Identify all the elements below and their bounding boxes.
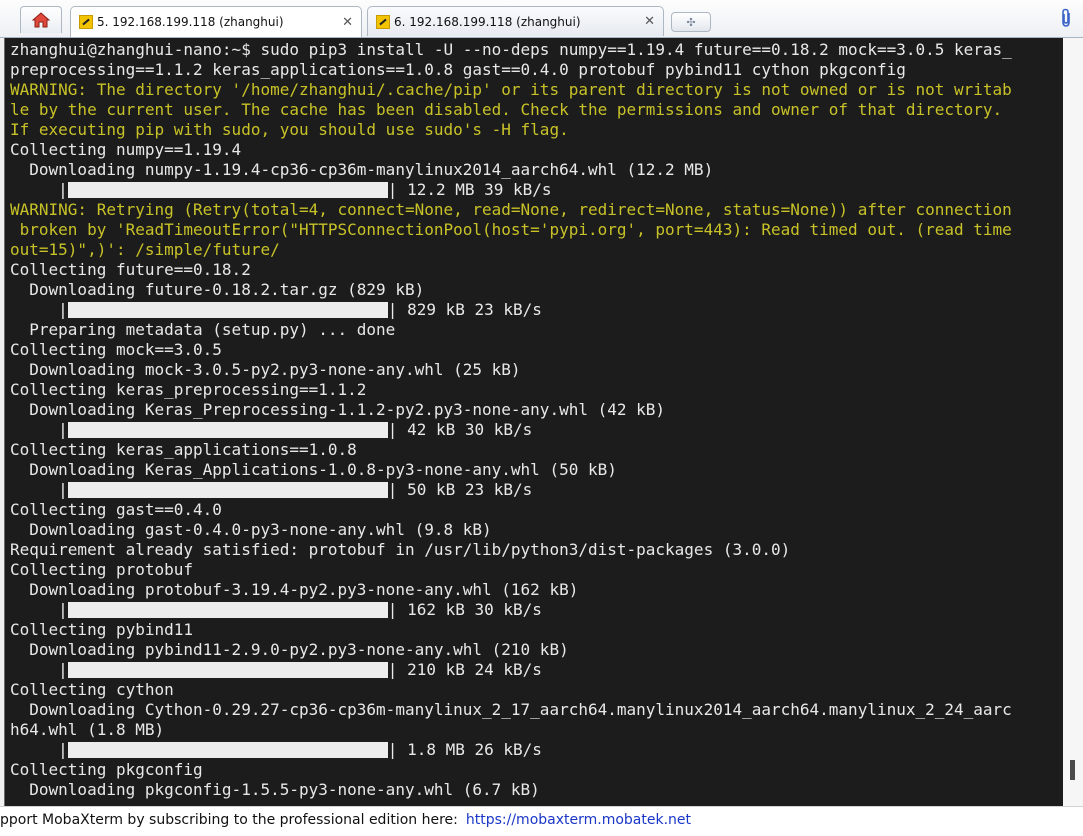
- terminal-line: Collecting gast==0.4.0: [10, 500, 222, 519]
- tab-session-5[interactable]: 5. 192.168.199.118 (zhanghui) ✕: [70, 6, 362, 37]
- warning-line: broken by 'ReadTimeoutError("HTTPSConnec…: [10, 220, 1012, 239]
- home-icon: [32, 12, 50, 28]
- warning-line: le by the current user. The cache has be…: [10, 100, 1003, 119]
- tab-bar: 5. 192.168.199.118 (zhanghui) ✕ 6. 192.1…: [0, 0, 1083, 38]
- progress-line: | | 42 kB 30 kB/s: [10, 420, 1012, 440]
- progress-bar-start: |: [10, 740, 68, 759]
- progress-text: | 162 kB 30 kB/s: [387, 600, 542, 619]
- terminal-line: Collecting pybind11: [10, 620, 194, 639]
- tab-label: 5. 192.168.199.118 (zhanghui): [97, 15, 284, 29]
- terminal-lines: zhanghui@zhanghui-nano:~$ sudo pip3 inst…: [10, 40, 1012, 800]
- terminal-line: Collecting cython: [10, 680, 174, 699]
- terminal-session-icon: [376, 14, 390, 29]
- terminal-line: Collecting keras_applications==1.0.8: [10, 440, 357, 459]
- tab-label: 6. 192.168.199.118 (zhanghui): [394, 14, 581, 29]
- progress-bar-start: |: [10, 300, 68, 319]
- progress-bar-fill: [67, 422, 388, 438]
- progress-bar-fill: [67, 742, 388, 758]
- progress-bar-fill: [67, 602, 388, 618]
- promo-text: pport MobaXterm by subscribing to the pr…: [0, 812, 458, 828]
- paperclip-icon[interactable]: [1059, 8, 1073, 33]
- warning-line: WARNING: Retrying (Retry(total=4, connec…: [10, 200, 1012, 219]
- terminal-line: h64.whl (1.8 MB): [10, 720, 165, 739]
- terminal-line: Downloading mock-3.0.5-py2.py3-none-any.…: [10, 360, 521, 379]
- terminal-line: Collecting pkgconfig: [10, 760, 203, 779]
- terminal-line: Collecting protobuf: [10, 560, 194, 579]
- terminal-line: Downloading gast-0.4.0-py3-none-any.whl …: [10, 520, 492, 539]
- tab-session-6[interactable]: 6. 192.168.199.118 (zhanghui) ✕: [367, 6, 664, 36]
- progress-bar-fill: [67, 482, 388, 498]
- terminal-line: Downloading protobuf-3.19.4-py2.py3-none…: [10, 580, 579, 599]
- terminal-line: Preparing metadata (setup.py) ... done: [10, 320, 396, 339]
- status-bar: pport MobaXterm by subscribing to the pr…: [0, 806, 1083, 836]
- progress-bar-start: |: [10, 480, 68, 499]
- terminal-line: preprocessing==1.1.2 keras_applications=…: [10, 60, 906, 79]
- terminal-line: zhanghui@zhanghui-nano:~$ sudo pip3 inst…: [10, 40, 1012, 59]
- new-tab-button[interactable]: ✣: [671, 12, 711, 32]
- progress-bar-start: |: [10, 420, 68, 439]
- progress-text: | 210 kB 24 kB/s: [387, 660, 542, 679]
- progress-text: | 1.8 MB 26 kB/s: [387, 740, 542, 759]
- progress-bar-fill: [67, 302, 388, 318]
- terminal-line: Downloading Cython-0.29.27-cp36-cp36m-ma…: [10, 700, 1012, 719]
- terminal-line: Collecting future==0.18.2: [10, 260, 251, 279]
- progress-line: | | 829 kB 23 kB/s: [10, 300, 1012, 320]
- home-button[interactable]: [20, 6, 62, 33]
- promo-link[interactable]: https://mobaxterm.mobatek.net: [466, 812, 691, 828]
- progress-text: | 12.2 MB 39 kB/s: [387, 180, 552, 199]
- progress-bar-fill: [67, 662, 388, 678]
- progress-line: | | 210 kB 24 kB/s: [10, 660, 1012, 680]
- progress-line: | | 50 kB 23 kB/s: [10, 480, 1012, 500]
- terminal-line: Downloading numpy-1.19.4-cp36-cp36m-many…: [10, 160, 714, 179]
- progress-bar-start: |: [10, 660, 68, 679]
- progress-bar-start: |: [10, 600, 68, 619]
- terminal-session-icon: [79, 15, 93, 29]
- terminal-line: Downloading future-0.18.2.tar.gz (829 kB…: [10, 280, 425, 299]
- terminal-line: Collecting mock==3.0.5: [10, 340, 222, 359]
- scrollbar[interactable]: [1063, 38, 1083, 806]
- progress-line: | | 162 kB 30 kB/s: [10, 600, 1012, 620]
- close-icon[interactable]: ✕: [644, 14, 655, 29]
- terminal-line: Collecting keras_preprocessing==1.1.2: [10, 380, 367, 399]
- add-icon: ✣: [686, 15, 696, 29]
- terminal-line: Downloading pkgconfig-1.5.5-py3-none-any…: [10, 780, 540, 799]
- progress-line: | | 12.2 MB 39 kB/s: [10, 180, 1012, 200]
- terminal-line: Collecting numpy==1.19.4: [10, 140, 242, 159]
- terminal-line: Requirement already satisfied: protobuf …: [10, 540, 791, 559]
- terminal-line: Downloading pybind11-2.9.0-py2.py3-none-…: [10, 640, 569, 659]
- warning-line: out=15)",)': /simple/future/: [10, 240, 280, 259]
- close-icon[interactable]: ✕: [342, 15, 353, 30]
- progress-text: | 50 kB 23 kB/s: [387, 480, 533, 499]
- warning-line: If executing pip with sudo, you should u…: [10, 120, 569, 139]
- progress-text: | 42 kB 30 kB/s: [387, 420, 533, 439]
- terminal-output[interactable]: zhanghui@zhanghui-nano:~$ sudo pip3 inst…: [4, 38, 1064, 806]
- scrollbar-thumb[interactable]: [1070, 760, 1075, 780]
- progress-bar-fill: [67, 182, 388, 198]
- progress-line: | | 1.8 MB 26 kB/s: [10, 740, 1012, 760]
- terminal-line: Downloading Keras_Applications-1.0.8-py3…: [10, 460, 617, 479]
- progress-bar-start: |: [10, 180, 68, 199]
- progress-text: | 829 kB 23 kB/s: [387, 300, 542, 319]
- warning-line: WARNING: The directory '/home/zhanghui/.…: [10, 80, 1012, 99]
- terminal-line: Downloading Keras_Preprocessing-1.1.2-py…: [10, 400, 666, 419]
